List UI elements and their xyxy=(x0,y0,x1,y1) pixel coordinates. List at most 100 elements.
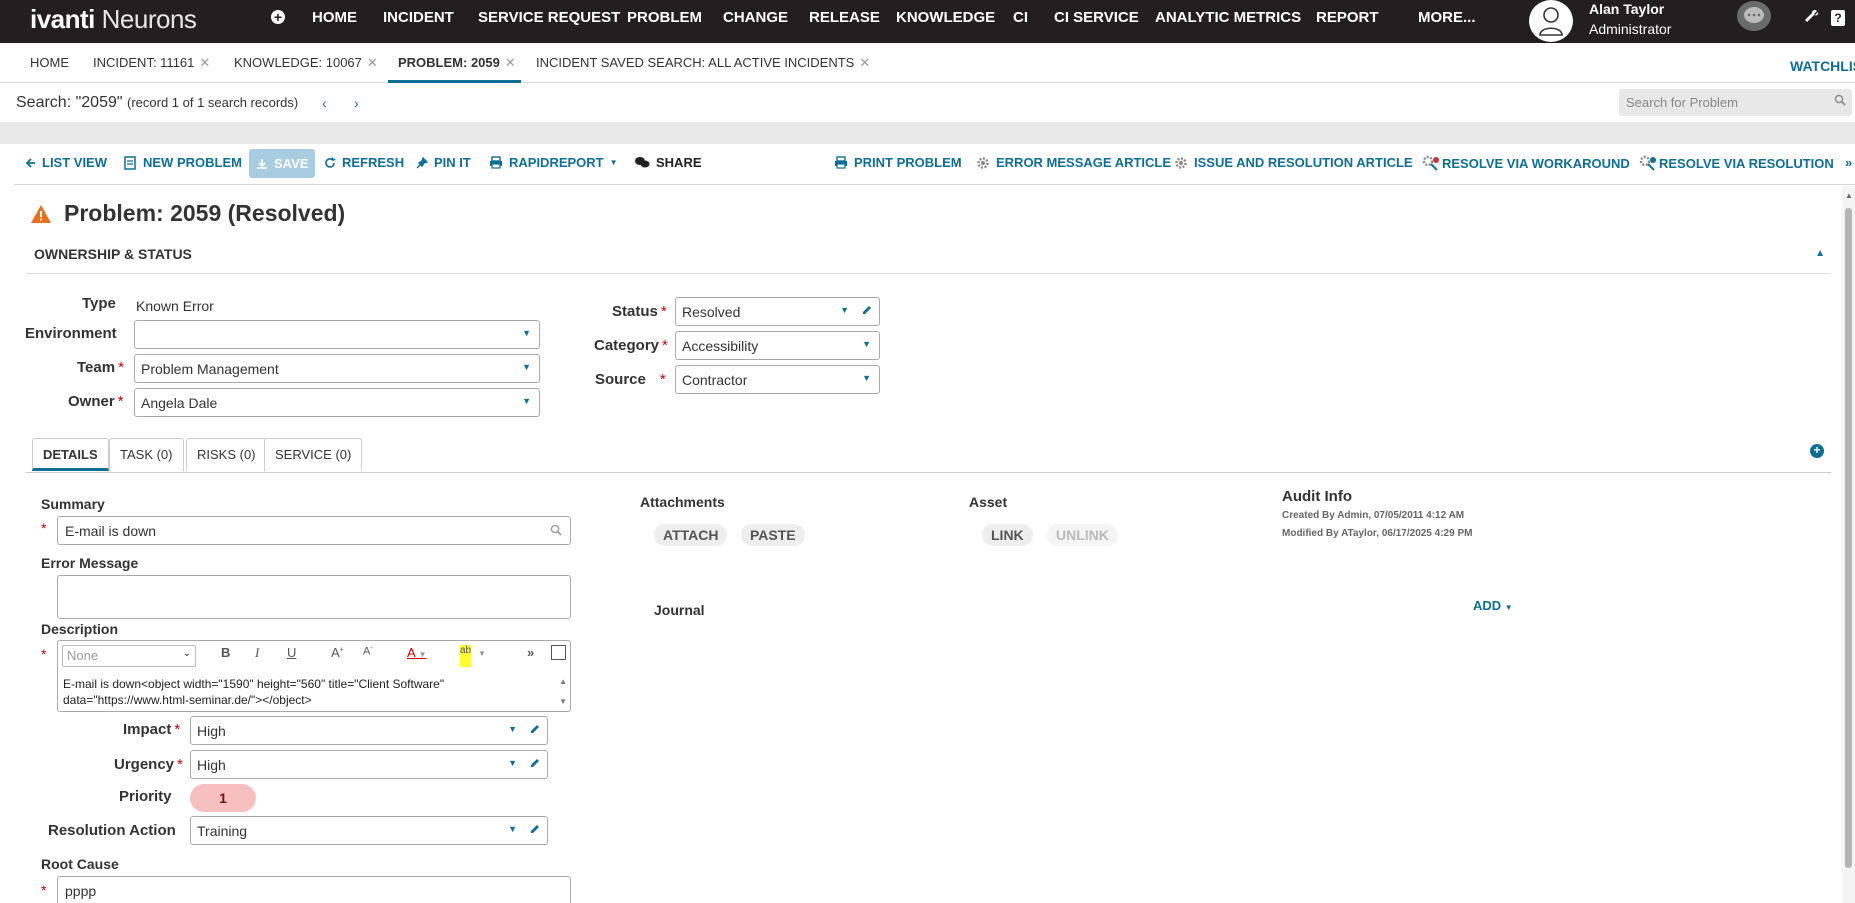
error-message-article-button[interactable]: ERROR MESSAGE ARTICLE xyxy=(976,155,1171,170)
warning-icon xyxy=(31,204,51,223)
nav-ci-service[interactable]: CI SERVICE xyxy=(1054,9,1139,26)
ivanti-logo[interactable]: ivanti Neurons xyxy=(30,4,197,35)
description-content[interactable]: E-mail is down<object width="1590" heigh… xyxy=(63,676,553,708)
tab-task[interactable]: TASK (0) xyxy=(109,438,184,471)
owner-select[interactable]: Angela Dale ▼ xyxy=(134,388,540,417)
chevron-down-icon: ▼ xyxy=(862,339,871,349)
save-button[interactable]: SAVE xyxy=(249,149,316,178)
ownership-status-section-header[interactable]: OWNERSHIP & STATUS ▲ xyxy=(26,232,1831,274)
status-select[interactable]: Resolved ▼ xyxy=(675,297,880,326)
environment-select[interactable]: ▼ xyxy=(134,320,540,349)
nav-incident[interactable]: INCIDENT xyxy=(383,9,454,26)
tab-details[interactable]: DETAILS xyxy=(32,438,109,471)
journal-add-button[interactable]: ADD ▼ xyxy=(1473,598,1513,613)
format-select[interactable]: None ⌄ xyxy=(62,645,196,667)
source-select[interactable]: Contractor ▼ xyxy=(675,365,880,394)
new-problem-button[interactable]: NEW PROBLEM xyxy=(123,155,242,170)
print-problem-button[interactable]: PRINT PROBLEM xyxy=(834,155,962,170)
share-button[interactable]: SHARE xyxy=(634,155,702,170)
nav-release[interactable]: RELEASE xyxy=(809,9,880,26)
issue-resolution-article-button[interactable]: ISSUE AND RESOLUTION ARTICLE xyxy=(1174,155,1413,170)
wrench-icon[interactable] xyxy=(1804,9,1820,30)
nav-knowledge[interactable]: KNOWLEDGE xyxy=(896,9,995,26)
nav-report[interactable]: REPORT xyxy=(1316,9,1379,26)
search-for-problem-input[interactable]: Search for Problem xyxy=(1619,89,1852,116)
pin-it-button[interactable]: PIN IT xyxy=(416,155,471,170)
nav-more[interactable]: MORE... xyxy=(1418,9,1476,26)
underline-button[interactable]: U xyxy=(287,645,296,667)
nav-service-request[interactable]: SERVICE REQUEST xyxy=(478,9,620,26)
edit-pencil-icon[interactable] xyxy=(529,723,541,735)
description-editor[interactable]: None ⌄ B I U A+ A- A ▼ ab ▼ » E-mail is d… xyxy=(57,640,571,712)
root-cause-input[interactable]: pppp xyxy=(57,876,571,903)
tab-service[interactable]: SERVICE (0) xyxy=(264,438,363,471)
resolve-via-workaround-button[interactable]: RESOLVE VIA WORKAROUND xyxy=(1422,155,1630,171)
team-label: Team * xyxy=(77,359,124,376)
rapidreport-button[interactable]: RAPIDREPORT ▼ xyxy=(489,155,618,170)
refresh-button[interactable]: REFRESH xyxy=(324,155,404,170)
more-tools-button[interactable]: » xyxy=(527,645,534,667)
resolve-via-resolution-button[interactable]: RESOLVE VIA RESOLUTION xyxy=(1639,155,1834,171)
decrease-font-button[interactable]: A- xyxy=(363,645,373,667)
highlight-button[interactable]: ab xyxy=(460,645,472,667)
team-select[interactable]: Problem Management ▼ xyxy=(134,354,540,383)
chat-icon[interactable] xyxy=(1737,1,1771,31)
urgency-select[interactable]: High ▼ xyxy=(190,750,548,779)
close-icon[interactable]: ✕ xyxy=(199,55,210,70)
edit-pencil-icon[interactable] xyxy=(529,757,541,769)
type-value: Known Error xyxy=(136,298,214,314)
page-scrollbar[interactable]: ▲ xyxy=(1842,186,1855,903)
nav-ci[interactable]: CI xyxy=(1013,9,1028,26)
chevron-down-icon[interactable]: ▼ xyxy=(478,649,486,671)
category-select[interactable]: Accessibility ▼ xyxy=(675,331,880,360)
bold-button[interactable]: B xyxy=(221,645,230,667)
tab-knowledge-10067[interactable]: KNOWLEDGE: 10067 ✕ xyxy=(234,55,378,71)
nav-home[interactable]: HOME xyxy=(312,9,357,26)
error-message-input[interactable] xyxy=(57,575,571,619)
paste-button[interactable]: PASTE xyxy=(741,524,805,546)
tab-incident-11161[interactable]: INCIDENT: 11161 ✕ xyxy=(93,55,210,71)
italic-button[interactable]: I xyxy=(255,645,259,667)
required-marker: * xyxy=(41,646,47,662)
impact-select[interactable]: High ▼ xyxy=(190,716,548,745)
nav-change[interactable]: CHANGE xyxy=(723,9,788,26)
resolution-action-label: Resolution Action xyxy=(48,822,176,839)
edit-pencil-icon[interactable] xyxy=(529,823,541,835)
scrollbar-thumb[interactable] xyxy=(1845,208,1852,868)
attach-button[interactable]: ATTACH xyxy=(654,524,728,546)
search-icon[interactable] xyxy=(550,524,562,536)
resolution-action-select[interactable]: Training ▼ xyxy=(190,816,548,845)
tab-home[interactable]: HOME xyxy=(30,55,69,70)
tab-problem-2059[interactable]: PROBLEM: 2059 ✕ xyxy=(398,55,516,71)
nav-analytic-metrics[interactable]: ANALYTIC METRICS xyxy=(1155,9,1301,26)
add-new-icon[interactable]: + xyxy=(271,10,285,24)
required-marker: * xyxy=(41,520,47,536)
nav-problem[interactable]: PROBLEM xyxy=(627,9,702,26)
close-icon[interactable]: ✕ xyxy=(859,55,870,70)
user-name[interactable]: Alan Taylor xyxy=(1589,1,1664,17)
add-tab-icon[interactable]: + xyxy=(1810,444,1824,458)
tab-incident-saved-search[interactable]: INCIDENT SAVED SEARCH: ALL ACTIVE INCIDE… xyxy=(536,55,870,71)
chevron-down-icon: ▼ xyxy=(522,328,531,338)
help-icon[interactable]: ? xyxy=(1831,10,1845,26)
close-icon[interactable]: ✕ xyxy=(505,55,516,70)
previous-record-icon[interactable]: ‹ xyxy=(322,95,327,111)
list-view-button[interactable]: LIST VIEW xyxy=(26,155,107,170)
next-record-icon[interactable]: › xyxy=(354,95,359,111)
edit-pencil-icon[interactable] xyxy=(861,304,873,316)
tab-risks[interactable]: RISKS (0) xyxy=(186,438,267,471)
font-color-button[interactable]: A ▼ xyxy=(407,645,427,667)
user-avatar[interactable] xyxy=(1529,0,1573,42)
increase-font-button[interactable]: A+ xyxy=(331,645,344,667)
watchlist-link[interactable]: WATCHLIS xyxy=(1790,58,1855,74)
printer-icon xyxy=(835,156,847,169)
unlink-button[interactable]: UNLINK xyxy=(1047,524,1118,546)
collapse-icon[interactable]: ▲ xyxy=(1815,248,1825,259)
expand-icon[interactable] xyxy=(551,645,566,660)
search-icon[interactable] xyxy=(1834,94,1846,106)
owner-label: Owner * xyxy=(68,393,124,410)
link-button[interactable]: LINK xyxy=(982,524,1033,546)
more-actions-button[interactable]: » xyxy=(1845,155,1852,170)
summary-input[interactable]: E-mail is down xyxy=(57,516,571,545)
close-icon[interactable]: ✕ xyxy=(367,55,378,70)
